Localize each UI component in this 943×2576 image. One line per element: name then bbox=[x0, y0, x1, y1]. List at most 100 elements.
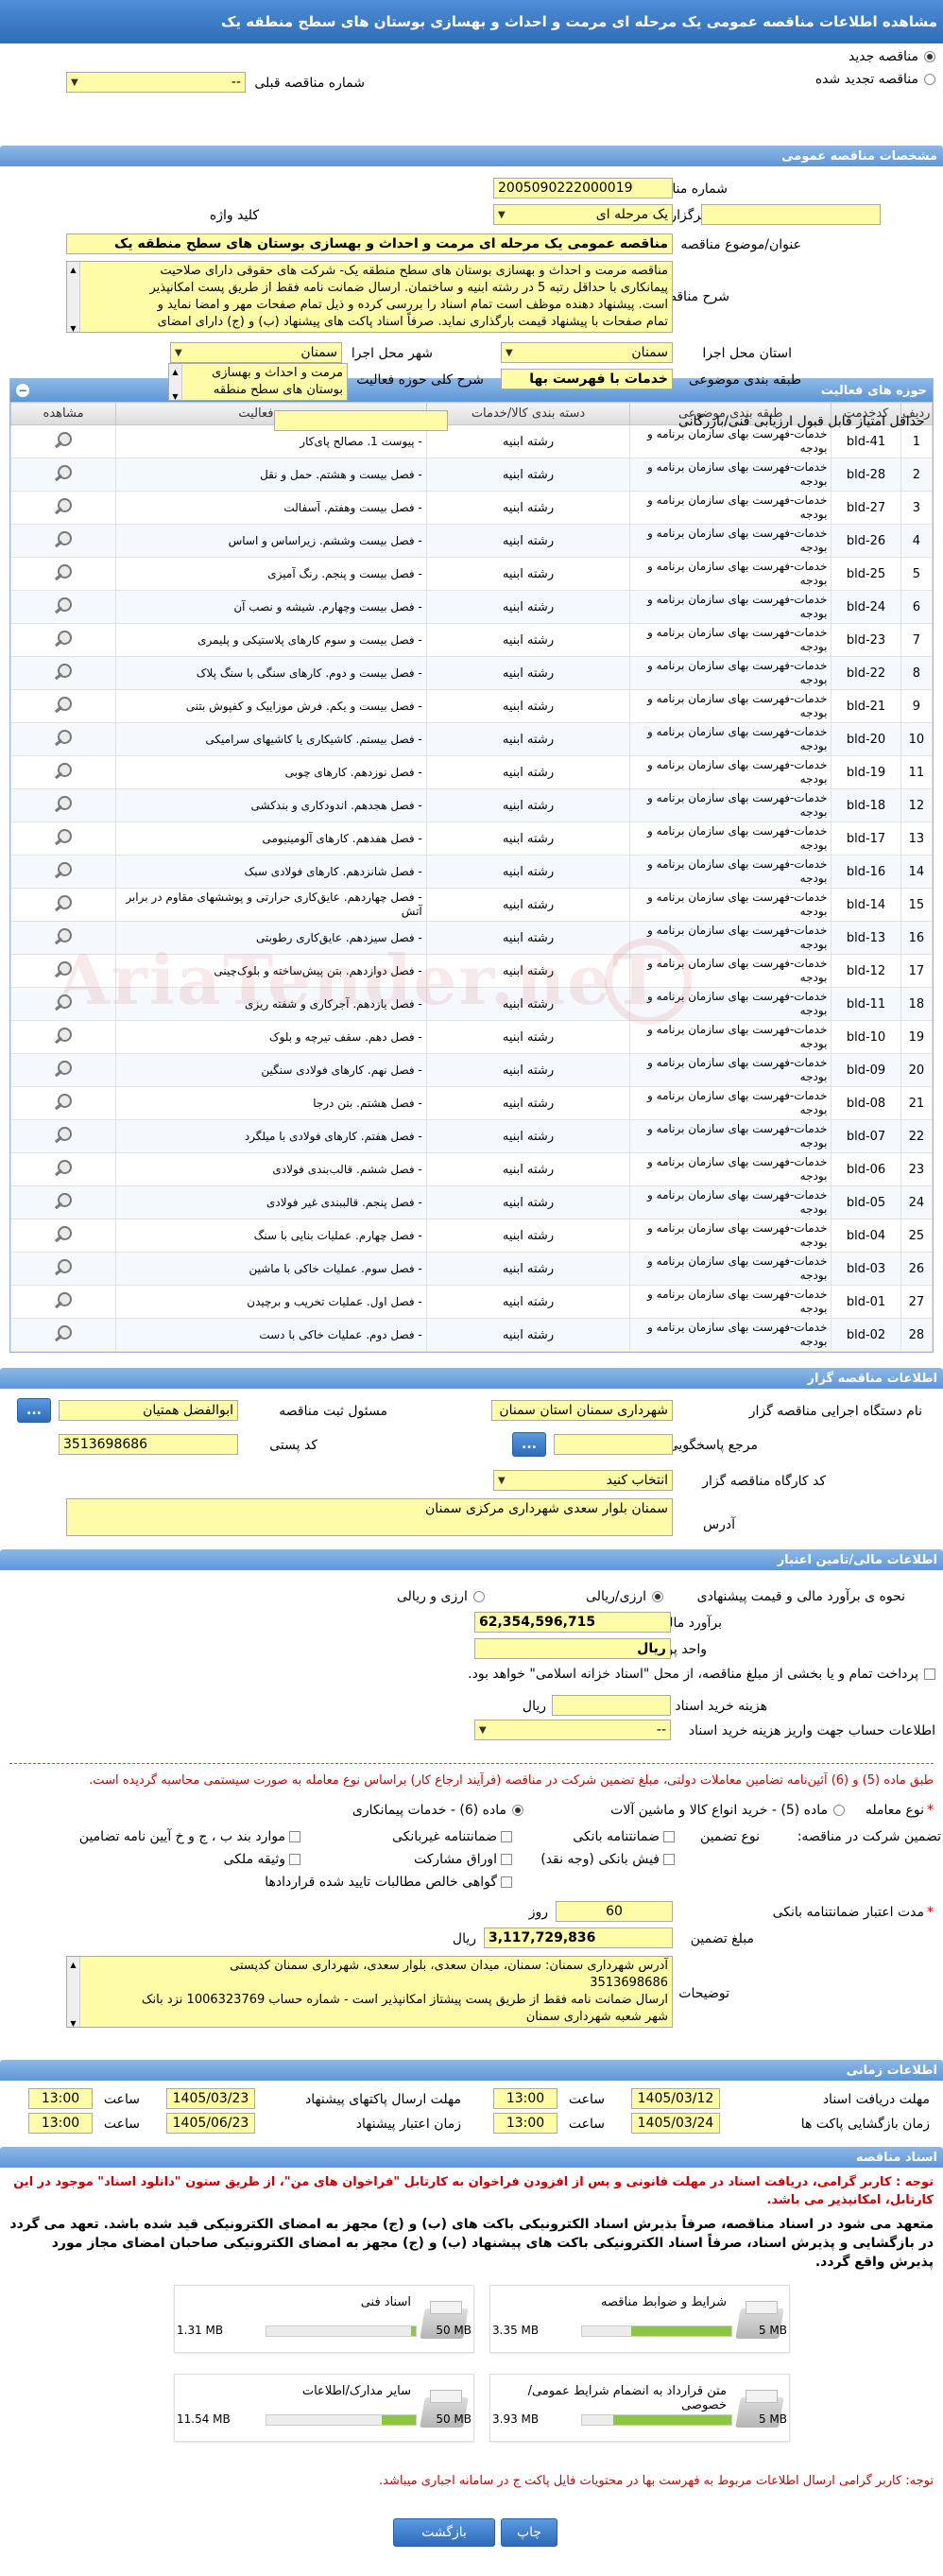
service-code: bld-07 bbox=[831, 1119, 901, 1153]
opt-property-checkbox[interactable] bbox=[289, 1854, 300, 1865]
workshop-select[interactable]: انتخاب کنید ▼ bbox=[493, 1470, 673, 1491]
renewed-tender-radio[interactable] bbox=[924, 74, 935, 85]
row-number: 25 bbox=[900, 1219, 934, 1253]
magnifier-icon[interactable] bbox=[53, 1259, 74, 1274]
magnifier-icon[interactable] bbox=[53, 564, 74, 579]
guarantee-desc-textarea[interactable]: آدرس شهرداری سمنان: سمنان، میدان سعدی، ب… bbox=[66, 1956, 673, 2028]
row-number: 8 bbox=[900, 656, 934, 690]
print-button[interactable]: چاپ bbox=[501, 2518, 557, 2547]
activity-desc-textarea[interactable]: مرمت و احداث و بهسازی بوستان های سطح منط… bbox=[168, 363, 348, 401]
service-code: bld-24 bbox=[831, 590, 901, 624]
previous-number-select[interactable]: -- ▼ bbox=[66, 72, 246, 93]
account-select[interactable]: -- ▼ bbox=[474, 1720, 671, 1740]
opt-nonbank[interactable]: ضمانتنامه غیربانکی bbox=[392, 1829, 512, 1844]
table-row: 13 bld-17 خدمات-فهرست بهای سازمان برنامه و… bbox=[9, 821, 934, 856]
divider bbox=[9, 1763, 934, 1764]
guarantee-type-label: نوع تضمین bbox=[700, 1829, 760, 1844]
document-card[interactable]: اسناد فنی 1.31 MB 50 MB bbox=[174, 2285, 474, 2353]
activity-desc-scrollbar[interactable]: ▲ ▼ bbox=[169, 364, 182, 400]
opt-check[interactable]: فیش بانکی (وجه نقد) bbox=[540, 1852, 675, 1867]
magnifier-icon[interactable] bbox=[53, 1094, 74, 1109]
opt-nonbank-checkbox[interactable] bbox=[501, 1831, 512, 1842]
estimate-method-label: نحوه ی برآورد مالی و قیمت پیشنهادی bbox=[696, 1589, 905, 1604]
province-select[interactable]: سمنان ▼ bbox=[501, 342, 673, 363]
magnifier-icon[interactable] bbox=[53, 1292, 74, 1307]
new-tender-option[interactable]: مناقصه جدید bbox=[849, 49, 935, 64]
new-tender-radio[interactable] bbox=[924, 51, 935, 62]
service-code: bld-20 bbox=[831, 722, 901, 756]
opt-items[interactable]: موارد بند ب ، ج و خ آیین نامه تضامین bbox=[79, 1829, 300, 1844]
subject-class: خدمات-فهرست بهای سازمان برنامه و بودجه bbox=[629, 1185, 832, 1219]
magnifier-icon[interactable] bbox=[53, 697, 74, 712]
magnifier-icon[interactable] bbox=[53, 895, 74, 910]
magnifier-icon[interactable] bbox=[53, 1061, 74, 1076]
islamic-treasury-option[interactable]: پرداخت تمام و یا بخشی از مبلغ مناقصه، از… bbox=[468, 1667, 935, 1682]
deal-5-option[interactable]: ماده (5) - خرید انواع کالا و ماشین آلات bbox=[610, 1803, 845, 1818]
activity-area: - فصل دهم. سقف تیرچه و بلوک bbox=[115, 1020, 427, 1054]
guarantee-desc-scrollbar[interactable]: ▲ ▼ bbox=[67, 1957, 80, 2027]
magnifier-icon[interactable] bbox=[53, 763, 74, 778]
row-number: 16 bbox=[900, 921, 934, 955]
magnifier-icon[interactable] bbox=[53, 730, 74, 745]
service-code: bld-22 bbox=[831, 656, 901, 690]
magnifier-icon[interactable] bbox=[53, 1325, 74, 1340]
holding-type-select[interactable]: یک مرحله ای ▼ bbox=[493, 204, 673, 225]
magnifier-icon[interactable] bbox=[53, 961, 74, 977]
magnifier-icon[interactable] bbox=[53, 531, 74, 546]
subject-class: خدمات-فهرست بهای سازمان برنامه و بودجه bbox=[629, 1020, 832, 1054]
table-row: 23 bld-06 خدمات-فهرست بهای سازمان برنامه و… bbox=[9, 1152, 934, 1186]
document-card[interactable]: سایر مدارک/اطلاعات 11.54 MB 50 MB bbox=[174, 2374, 474, 2442]
city-select[interactable]: سمنان ▼ bbox=[170, 342, 342, 363]
magnifier-icon[interactable] bbox=[53, 994, 74, 1010]
magnifier-icon[interactable] bbox=[53, 597, 74, 613]
magnifier-icon[interactable] bbox=[53, 465, 74, 480]
description-scrollbar[interactable]: ▲ ▼ bbox=[67, 262, 80, 332]
magnifier-icon[interactable] bbox=[53, 928, 74, 943]
magnifier-icon[interactable] bbox=[53, 1226, 74, 1241]
keyword-field[interactable] bbox=[701, 204, 881, 225]
magnifier-icon[interactable] bbox=[53, 498, 74, 513]
magnifier-icon[interactable] bbox=[53, 664, 74, 679]
doc-receive-time: 13:00 bbox=[493, 2088, 557, 2109]
opt-items-checkbox[interactable] bbox=[289, 1831, 300, 1842]
opt-certificate-checkbox[interactable] bbox=[501, 1876, 512, 1888]
magnifier-icon[interactable] bbox=[53, 1127, 74, 1142]
opt-certificate[interactable]: گواهی خالص مطالبات تایید شده قراردادها bbox=[265, 1875, 512, 1890]
opt-property[interactable]: وثیقه ملکی bbox=[224, 1852, 300, 1867]
opt-bonds-checkbox[interactable] bbox=[501, 1854, 512, 1865]
magnifier-icon[interactable] bbox=[53, 796, 74, 811]
renewed-tender-option[interactable]: مناقصه تجدید شده bbox=[815, 72, 935, 87]
tender-status: مناقصه جدید مناقصه تجدید شده شماره مناقص… bbox=[0, 43, 943, 121]
islamic-treasury-checkbox[interactable] bbox=[924, 1668, 935, 1680]
open-label: زمان بازگشایی پاکت ها bbox=[800, 2117, 930, 2132]
opt-check-checkbox[interactable] bbox=[663, 1854, 675, 1865]
return-button[interactable]: بازگشت bbox=[393, 2518, 495, 2547]
subject-class: خدمات-فهرست بهای سازمان برنامه و بودجه bbox=[629, 524, 832, 558]
deal-6-radio[interactable] bbox=[512, 1805, 523, 1816]
currency-option[interactable]: ارزی/ریالی bbox=[586, 1589, 663, 1604]
document-card-title: سایر مدارک/اطلاعات bbox=[301, 2384, 411, 2398]
magnifier-icon[interactable] bbox=[53, 1193, 74, 1208]
magnifier-icon[interactable] bbox=[53, 1028, 74, 1043]
document-card[interactable]: شرایط و ضوابط مناقصه 3.35 MB 5 MB bbox=[489, 2285, 790, 2353]
opt-bonds[interactable]: اوراق مشارکت bbox=[414, 1852, 512, 1867]
currency2-radio[interactable] bbox=[472, 1591, 485, 1602]
magnifier-icon[interactable] bbox=[53, 829, 74, 844]
opt-bank[interactable]: ضمانتنامه بانکی bbox=[573, 1829, 675, 1844]
opt-bank-checkbox[interactable] bbox=[663, 1831, 675, 1842]
deal-6-option[interactable]: ماده (6) - خدمات پیمانکاری bbox=[352, 1803, 523, 1818]
table-row: 18 bld-11 خدمات-فهرست بهای سازمان برنامه و… bbox=[9, 987, 934, 1021]
magnifier-icon[interactable] bbox=[53, 1160, 74, 1175]
magnifier-icon[interactable] bbox=[53, 631, 74, 646]
magnifier-icon[interactable] bbox=[53, 862, 74, 877]
table-row: 10 bld-20 خدمات-فهرست بهای سازمان برنامه و… bbox=[9, 722, 934, 756]
document-card[interactable]: متن قرارداد به انضمام شرایط عمومی/خصوصی 3… bbox=[489, 2374, 790, 2442]
currency2-option[interactable]: ارزی و ریالی bbox=[397, 1589, 485, 1604]
ref-picker-button[interactable]: ... bbox=[512, 1432, 546, 1457]
subject-class: خدمات-فهرست بهای سازمان برنامه و بودجه bbox=[629, 590, 832, 624]
currency-radio[interactable] bbox=[652, 1591, 663, 1602]
magnifier-icon[interactable] bbox=[53, 432, 74, 447]
description-textarea[interactable]: مناقصه مرمت و احداث و بهسازی بوستان های … bbox=[66, 261, 673, 333]
registrar-picker-button[interactable]: ... bbox=[17, 1398, 51, 1423]
deal-5-radio[interactable] bbox=[833, 1805, 845, 1816]
